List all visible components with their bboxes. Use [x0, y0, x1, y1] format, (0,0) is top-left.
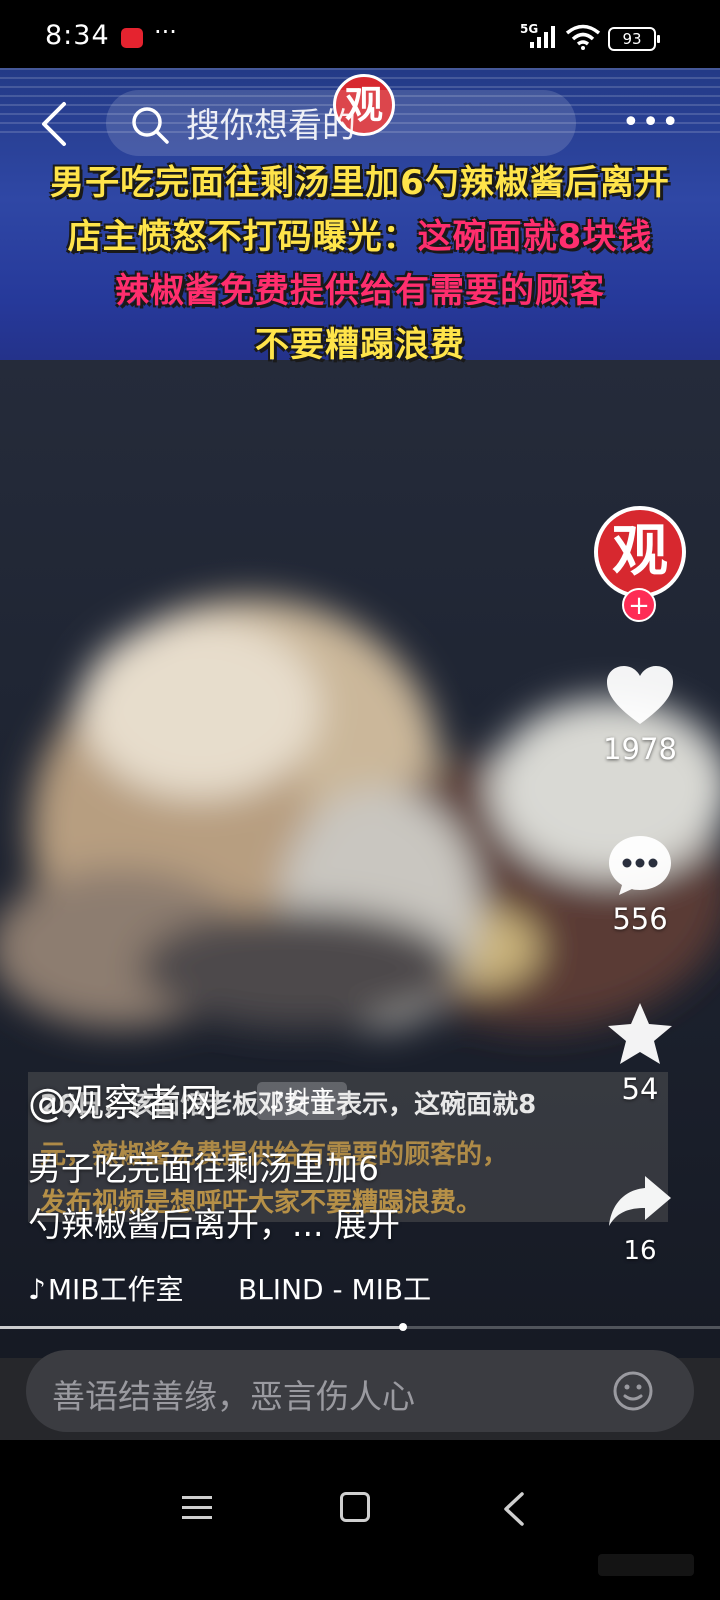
like-count: 1978: [603, 732, 677, 766]
comment-placeholder: 善语结善缘，恶言伤人心: [52, 1377, 415, 1416]
progress-fill: [0, 1326, 404, 1329]
music-note-icon: ♪: [28, 1273, 46, 1306]
headline-line-3: 辣椒酱免费提供给有需要的顾客: [115, 271, 605, 311]
headline-line-1: 男子吃完面往剩汤里加6勺辣椒酱后离开: [50, 163, 670, 203]
platform-tag: ♪抖音: [257, 1082, 347, 1120]
star-icon: [608, 1003, 672, 1064]
battery-indicator: 93: [608, 27, 660, 51]
home-icon[interactable]: [340, 1492, 370, 1522]
notification-app-icon: [121, 28, 143, 48]
nav-back-icon[interactable]: [502, 1492, 526, 1526]
comment-count: 556: [612, 902, 668, 936]
like-button[interactable]: 1978: [590, 664, 690, 766]
description-line-2: 勺辣椒酱后离开，... 展开: [28, 1205, 400, 1244]
status-time: 8:34: [45, 20, 110, 51]
share-button[interactable]: 16: [590, 1172, 690, 1266]
headline-line-4: 不要糟蹋浪费: [255, 325, 465, 365]
watermark: [598, 1554, 694, 1576]
search-placeholder: 搜你想看的: [186, 106, 356, 146]
comment-button[interactable]: 556: [590, 832, 690, 936]
music-track-title[interactable]: BLIND - MIB工: [238, 1268, 431, 1308]
favorite-count: 54: [621, 1072, 659, 1106]
favorite-button[interactable]: 54: [590, 1000, 690, 1106]
headline-line-2: 店主愤怒不打码曝光：这碗面就8块钱: [67, 217, 653, 257]
music-source[interactable]: ♪MIB工作室: [28, 1268, 184, 1308]
signal-icon: [530, 26, 555, 48]
description-line-1: 男子吃完面往剩汤里加6: [28, 1149, 379, 1188]
back-icon[interactable]: [36, 100, 76, 148]
avatar-logo: 观: [598, 510, 682, 594]
author-name[interactable]: @观察者网: [28, 1072, 218, 1127]
status-bar: 8:34 ··· 5G 93: [0, 0, 720, 68]
expand-link[interactable]: 展开: [334, 1205, 400, 1244]
video-progress-bar[interactable]: [0, 1323, 720, 1331]
share-icon: [609, 1176, 671, 1226]
emoji-icon[interactable]: [612, 1370, 654, 1412]
wifi-icon: [565, 24, 601, 50]
follow-button[interactable]: +: [622, 588, 656, 622]
comment-icon: [609, 836, 671, 895]
search-icon: [132, 107, 169, 144]
more-options-icon[interactable]: •••: [622, 105, 681, 140]
recent-apps-icon[interactable]: [182, 1494, 212, 1522]
heart-icon: [607, 666, 673, 724]
share-count: 16: [623, 1236, 657, 1266]
author-avatar[interactable]: 观: [594, 506, 686, 598]
more-notifications-icon: ···: [154, 18, 177, 46]
